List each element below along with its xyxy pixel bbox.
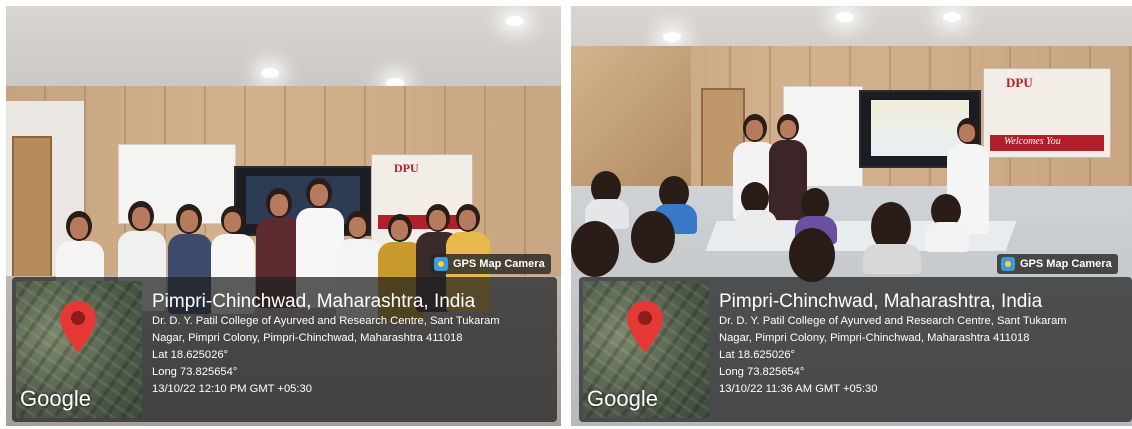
ceiling-light [836, 12, 854, 22]
lecture-photo: DPU Welcomes You GPS Map Camera Google P… [571, 6, 1132, 426]
gps-address-line2: Nagar, Pimpri Colony, Pimpri-Chinchwad, … [719, 332, 1030, 344]
gps-app-tag: GPS Map Camera [430, 254, 551, 274]
gps-camera-icon [434, 257, 448, 271]
google-logo: Google [587, 386, 658, 411]
satellite-map-thumbnail: Google [583, 281, 709, 418]
ceiling-light [943, 12, 961, 22]
gps-address-line1: Dr. D. Y. Patil College of Ayurved and R… [719, 315, 1067, 327]
gps-longitude: Long 73.825654° [152, 366, 238, 378]
ceiling-light [506, 16, 524, 26]
gps-datetime: 13/10/22 11:36 AM GMT +05:30 [719, 383, 878, 395]
gps-camera-icon [1001, 257, 1015, 271]
gps-text-block: Pimpri-Chinchwad, Maharashtra, India Dr.… [719, 291, 1126, 398]
gps-address-line2: Nagar, Pimpri Colony, Pimpri-Chinchwad, … [152, 332, 463, 344]
angled-panel [571, 46, 691, 196]
gps-city: Pimpri-Chinchwad, Maharashtra, India [152, 291, 476, 312]
gps-latitude: Lat 18.625026° [152, 349, 229, 361]
gps-app-label: GPS Map Camera [453, 258, 545, 270]
gps-text-block: Pimpri-Chinchwad, Maharashtra, India Dr.… [152, 291, 551, 398]
gps-info-panel: Google Pimpri-Chinchwad, Maharashtra, In… [579, 277, 1132, 422]
gps-city: Pimpri-Chinchwad, Maharashtra, India [719, 291, 1043, 312]
google-logo: Google [20, 386, 91, 411]
map-pin-icon [60, 301, 96, 353]
banner-welcome-text: Welcomes You [1004, 136, 1061, 147]
banner-logo-text: DPU [394, 161, 419, 175]
ceiling-light [261, 68, 279, 78]
gps-app-tag: GPS Map Camera [997, 254, 1118, 274]
ceiling-light [663, 32, 681, 42]
gps-app-label: GPS Map Camera [1020, 258, 1112, 270]
college-banner: DPU Welcomes You [983, 68, 1111, 158]
gps-longitude: Long 73.825654° [719, 366, 805, 378]
banner-logo-text: DPU [1006, 75, 1033, 90]
gps-datetime: 13/10/22 12:10 PM GMT +05:30 [152, 383, 312, 395]
satellite-map-thumbnail: Google [16, 281, 142, 418]
map-pin-icon [627, 301, 663, 353]
door [12, 136, 52, 286]
group-photo: DPU GPS Map Camera Google Pimpri-Chinchw… [6, 6, 561, 426]
gps-address-line1: Dr. D. Y. Patil College of Ayurved and R… [152, 315, 500, 327]
gps-latitude: Lat 18.625026° [719, 349, 796, 361]
gps-info-panel: Google Pimpri-Chinchwad, Maharashtra, In… [12, 277, 557, 422]
